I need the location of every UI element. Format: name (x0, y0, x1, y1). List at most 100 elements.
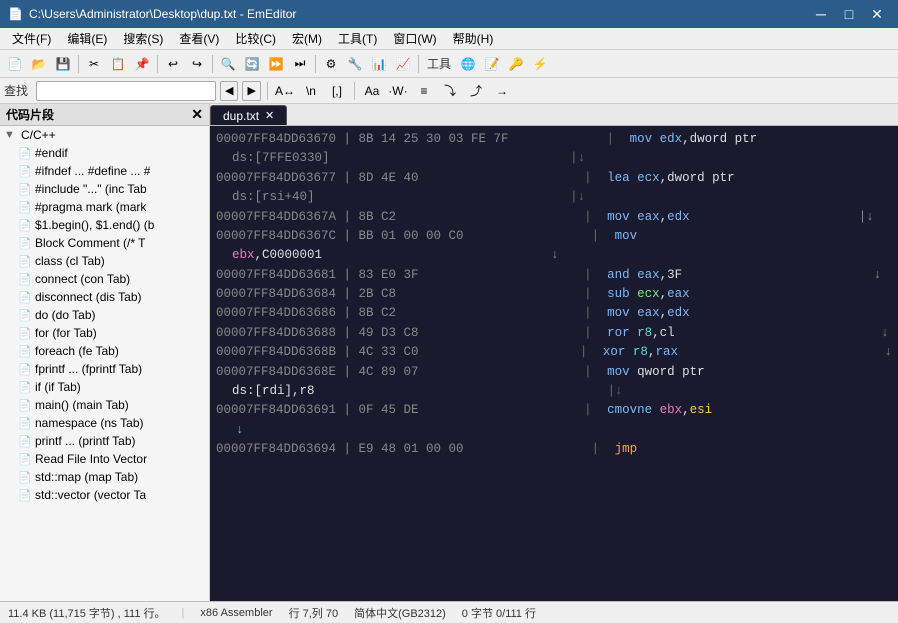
sidebar-item-3[interactable]: 📄 #pragma mark (mark (0, 198, 209, 216)
menu-compare[interactable]: 比较(C) (227, 28, 284, 49)
code-content[interactable]: 00007FF84DD63670 | 8B 14 25 30 03 FE 7F … (210, 126, 898, 601)
search-opt3[interactable]: [,] (326, 80, 348, 102)
sidebar-item-19[interactable]: 📄 std::vector (vector Ta (0, 486, 209, 504)
search-opt9[interactable]: → (491, 80, 513, 102)
code-line-13: 00007FF84DD6368E | 4C 89 07 | mov qword … (216, 363, 892, 382)
menu-search[interactable]: 搜索(S) (115, 28, 171, 49)
search-opt8[interactable]: ⤴ (465, 80, 487, 102)
code-line-8: 00007FF84DD63681 | 83 E0 3F | and eax,3F… (216, 266, 892, 285)
save-button[interactable]: 💾 (52, 53, 74, 75)
search-opt4[interactable]: Aa (361, 80, 383, 102)
snippet-icon-5: 📄 (18, 237, 32, 250)
sidebar-item-1[interactable]: 📄 #ifndef ... #define ... # (0, 162, 209, 180)
sidebar-item-13[interactable]: 📄 if (if Tab) (0, 378, 209, 396)
redo-button[interactable]: ↪ (186, 53, 208, 75)
tab-close-button[interactable]: ✕ (265, 109, 274, 122)
search-next-button[interactable]: ▶ (242, 81, 260, 101)
undo-button[interactable]: ↩ (162, 53, 184, 75)
snippet-icon-15: 📄 (18, 417, 32, 430)
sidebar-item-9[interactable]: 📄 do (do Tab) (0, 306, 209, 324)
close-button[interactable]: ✕ (864, 4, 890, 24)
findall-button[interactable]: ⏭ (289, 53, 311, 75)
sidebar-item-16[interactable]: 📄 printf ... (printf Tab) (0, 432, 209, 450)
sidebar-item-label-2: #include "..." (inc Tab (35, 182, 147, 196)
tool3-button[interactable]: 📊 (368, 53, 390, 75)
sidebar-item-label-4: $1.begin(), $1.end() (b (35, 218, 154, 232)
tool4-button[interactable]: 📈 (392, 53, 414, 75)
sidebar-item-label-14: main() (main Tab) (35, 398, 129, 412)
tree-expand-icon: ▼ (4, 129, 18, 141)
status-selection: 0 字节 0/111 行 (462, 605, 536, 621)
search-opt7[interactable]: ⤵ (439, 80, 461, 102)
snippet-icon-17: 📄 (18, 453, 32, 466)
sidebar-item-label-1: #ifndef ... #define ... # (35, 164, 150, 178)
menu-window[interactable]: 窗口(W) (385, 28, 444, 49)
maximize-button[interactable]: □ (836, 4, 862, 24)
sidebar-item-label-12: fprintf ... (fprintf Tab) (35, 362, 142, 376)
menu-view[interactable]: 查看(V) (171, 28, 227, 49)
menu-macro[interactable]: 宏(M) (284, 28, 330, 49)
replace-button[interactable]: 🔄 (241, 53, 263, 75)
open-button[interactable]: 📂 (28, 53, 50, 75)
menu-edit[interactable]: 编辑(E) (59, 28, 115, 49)
menu-file[interactable]: 文件(F) (4, 28, 59, 49)
copy-button[interactable]: 📋 (107, 53, 129, 75)
sidebar-item-11[interactable]: 📄 foreach (fe Tab) (0, 342, 209, 360)
sidebar-item-label-11: foreach (fe Tab) (35, 344, 119, 358)
tool1-button[interactable]: ⚙ (320, 53, 342, 75)
sidebar-item-0[interactable]: 📄 #endif (0, 144, 209, 162)
search-opt6[interactable]: ≡ (413, 80, 435, 102)
titlebar-controls: ─ □ ✕ (808, 4, 890, 24)
sidebar-item-6[interactable]: 📄 class (cl Tab) (0, 252, 209, 270)
find-button[interactable]: 🔍 (217, 53, 239, 75)
titlebar: 📄 C:\Users\Administrator\Desktop\dup.txt… (0, 0, 898, 28)
sidebar-item-label-9: do (do Tab) (35, 308, 96, 322)
search-input[interactable] (36, 81, 216, 101)
snippet-icon-18: 📄 (18, 471, 32, 484)
search-opt1[interactable]: A↔ (274, 80, 296, 102)
tab-dup-txt[interactable]: dup.txt ✕ (210, 105, 287, 125)
sidebar-item-label-16: printf ... (printf Tab) (35, 434, 135, 448)
sidebar-item-10[interactable]: 📄 for (for Tab) (0, 324, 209, 342)
sidebar-item-4[interactable]: 📄 $1.begin(), $1.end() (b (0, 216, 209, 234)
menu-help[interactable]: 帮助(H) (445, 28, 502, 49)
sep-search (267, 82, 268, 100)
search-opt2[interactable]: \n (300, 80, 322, 102)
search-prev-button[interactable]: ◀ (220, 81, 238, 101)
code-line-12: 00007FF84DD6368B | 4C 33 C0 | xor r8,rax… (216, 343, 892, 362)
sidebar-item-8[interactable]: 📄 disconnect (dis Tab) (0, 288, 209, 306)
code-area[interactable]: 00007FF84DD63670 | 8B 14 25 30 03 FE 7F … (210, 126, 898, 601)
macro3-button[interactable]: 🔑 (505, 53, 527, 75)
findnext-button[interactable]: ⏩ (265, 53, 287, 75)
menu-tools[interactable]: 工具(T) (330, 28, 385, 49)
code-line-7: ebx,C0000001 ↓ (216, 246, 892, 265)
tool2-button[interactable]: 🔧 (344, 53, 366, 75)
sidebar-item-17[interactable]: 📄 Read File Into Vector (0, 450, 209, 468)
sidebar-item-14[interactable]: 📄 main() (main Tab) (0, 396, 209, 414)
sidebar-item-15[interactable]: 📄 namespace (ns Tab) (0, 414, 209, 432)
macro2-button[interactable]: 📝 (481, 53, 503, 75)
tree-root-cpp[interactable]: ▼ C/C++ (0, 126, 209, 144)
code-line-6: 00007FF84DD6367C | BB 01 00 00 C0 | mov (216, 227, 892, 246)
sidebar-close-button[interactable]: ✕ (191, 106, 203, 123)
statusbar: 11.4 KB (11,715 字节) , 111 行。 | x86 Assem… (0, 601, 898, 623)
sidebar-item-label-10: for (for Tab) (35, 326, 97, 340)
cut-button[interactable]: ✂ (83, 53, 105, 75)
sidebar-item-12[interactable]: 📄 fprintf ... (fprintf Tab) (0, 360, 209, 378)
sidebar-item-18[interactable]: 📄 std::map (map Tab) (0, 468, 209, 486)
sidebar-item-2[interactable]: 📄 #include "..." (inc Tab (0, 180, 209, 198)
paste-button[interactable]: 📌 (131, 53, 153, 75)
code-line-3: 00007FF84DD63677 | 8D 4E 40 | lea ecx,dw… (216, 169, 892, 188)
new-button[interactable]: 📄 (4, 53, 26, 75)
sep1 (78, 55, 79, 73)
code-line-9: 00007FF84DD63684 | 2B C8 | sub ecx,eax (216, 285, 892, 304)
search-opt5[interactable]: ·W· (387, 80, 409, 102)
sidebar-item-label-8: disconnect (dis Tab) (35, 290, 142, 304)
sidebar-item-label-5: Block Comment (/* T (35, 236, 145, 250)
macro4-button[interactable]: ⚡ (529, 53, 551, 75)
minimize-button[interactable]: ─ (808, 4, 834, 24)
sidebar-item-7[interactable]: 📄 connect (con Tab) (0, 270, 209, 288)
sidebar-item-5[interactable]: 📄 Block Comment (/* T (0, 234, 209, 252)
main-area: 代码片段 ✕ ▼ C/C++ 📄 #endif 📄 #ifndef ... #d… (0, 104, 898, 601)
macro1-button[interactable]: 🌐 (457, 53, 479, 75)
